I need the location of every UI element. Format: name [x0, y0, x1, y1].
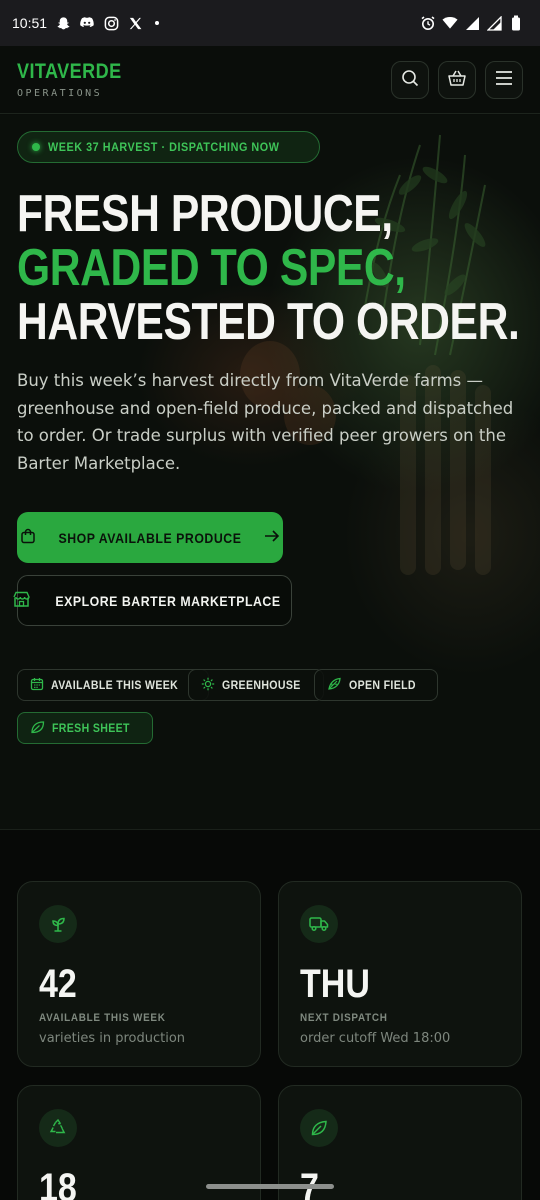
shopping-bag-icon	[20, 528, 36, 548]
instagram-icon	[103, 15, 119, 31]
storefront-icon	[13, 591, 30, 611]
stats-section: 42 AVAILABLE THIS WEEK varieties in prod…	[0, 830, 540, 1200]
stat-label: NEXT DISPATCH	[300, 1012, 388, 1024]
hero-section: WEEK 37 HARVEST · DISPATCHING NOW FRESH …	[0, 115, 540, 829]
snapchat-icon	[55, 15, 71, 31]
signal-icon	[486, 15, 502, 31]
search-icon	[401, 69, 419, 91]
brand-subtitle: OPERATIONS	[17, 88, 103, 99]
stat-value: 18	[39, 1166, 77, 1200]
stat-sub: order cutoff Wed 18:00	[300, 1031, 451, 1046]
sprout-icon	[39, 905, 77, 943]
leaf-icon	[30, 719, 45, 738]
status-time: 10:51	[12, 15, 48, 31]
leaf-icon	[300, 1109, 338, 1147]
chip-fresh-sheet[interactable]: FRESH SHEET	[17, 712, 154, 744]
app-header: VITAVERDE OPERATIONS	[0, 46, 540, 114]
basket-icon	[447, 69, 467, 91]
brand[interactable]: VITAVERDE OPERATIONS	[17, 60, 139, 99]
battery-icon	[508, 15, 524, 31]
hero-headline: FRESH PRODUCE, GRADED TO SPEC, HARVESTED…	[17, 187, 537, 349]
basket-button[interactable]	[438, 60, 476, 99]
explore-barter-button[interactable]: EXPLORE BARTER MARKETPLACE	[13, 575, 292, 626]
wifi-icon	[442, 15, 458, 31]
truck-icon	[300, 905, 338, 943]
chip-label: FRESH SHEET	[52, 721, 130, 735]
shop-produce-button[interactable]: SHOP AVAILABLE PRODUCE	[17, 512, 283, 563]
stat-card[interactable]: THU NEXT DISPATCH order cutoff Wed 18:00	[278, 881, 522, 1067]
arrow-right-icon	[264, 528, 280, 547]
recycle-icon	[39, 1109, 77, 1147]
stat-card[interactable]: 42 AVAILABLE THIS WEEK varieties in prod…	[17, 881, 261, 1067]
brand-name: VITAVERDE	[17, 60, 122, 83]
stat-value: THU	[300, 962, 370, 1006]
status-dot-icon	[32, 143, 40, 151]
stat-card[interactable]: 18	[17, 1085, 261, 1200]
headline-line-2: GRADED TO SPEC,	[17, 239, 406, 297]
chip-label: AVAILABLE THIS WEEK	[51, 678, 179, 692]
chip-available-this-week[interactable]: AVAILABLE THIS WEEK	[17, 669, 209, 701]
gesture-navigation-bar[interactable]	[206, 1184, 334, 1189]
discord-icon	[79, 15, 95, 31]
stat-value: 7	[300, 1166, 319, 1200]
stat-label: AVAILABLE THIS WEEK	[39, 1012, 166, 1024]
hero-description: Buy this week’s harvest directly from Vi…	[17, 371, 514, 473]
shop-produce-label: SHOP AVAILABLE PRODUCE	[58, 529, 242, 546]
menu-button[interactable]	[485, 60, 523, 99]
stat-card[interactable]: 7	[278, 1085, 522, 1200]
calendar-icon	[30, 676, 44, 695]
sun-icon	[201, 676, 215, 695]
harvest-badge-text: WEEK 37 HARVEST · DISPATCHING NOW	[48, 140, 280, 154]
status-bar: 10:51	[0, 0, 540, 46]
signal-icon	[464, 15, 480, 31]
headline-line-1: FRESH PRODUCE,	[17, 185, 393, 243]
explore-barter-label: EXPLORE BARTER MARKETPLACE	[55, 592, 281, 609]
menu-icon	[495, 70, 513, 90]
stat-value: 42	[39, 962, 77, 1006]
chip-label: GREENHOUSE	[222, 678, 301, 692]
seedling-icon	[327, 676, 342, 695]
alarm-icon	[420, 15, 436, 31]
harvest-badge: WEEK 37 HARVEST · DISPATCHING NOW	[17, 131, 321, 163]
chip-open-field[interactable]: OPEN FIELD	[314, 669, 439, 701]
stat-sub: varieties in production	[39, 1031, 186, 1046]
notification-dot	[155, 21, 160, 25]
headline-line-3: HARVESTED TO ORDER.	[17, 293, 520, 351]
chip-label: OPEN FIELD	[349, 678, 416, 692]
search-button[interactable]	[391, 60, 429, 99]
x-icon	[127, 15, 143, 31]
chip-greenhouse[interactable]: GREENHOUSE	[188, 669, 325, 701]
